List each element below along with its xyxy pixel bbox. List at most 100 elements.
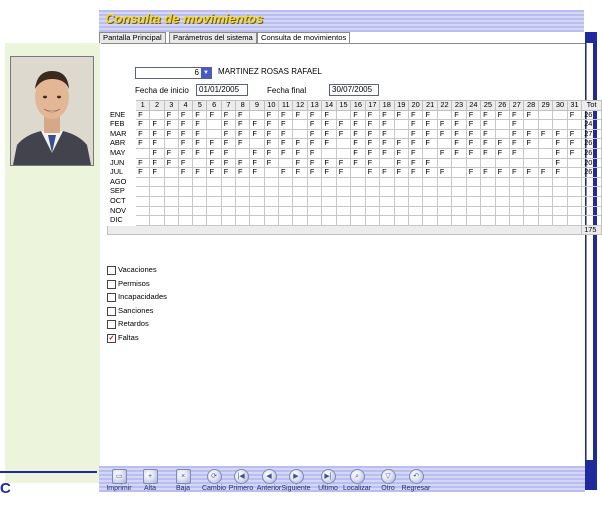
day-cell: F	[494, 147, 511, 159]
day-cell	[163, 176, 179, 188]
day-cell: F	[177, 128, 194, 140]
day-cell: F	[163, 147, 179, 159]
day-cell: F	[407, 157, 424, 169]
day-cell: F	[451, 119, 467, 130]
month-row: JUL F F F F F F F F F F F F F F F F F F F F F F F F F F 26	[106, 167, 602, 178]
day-cell	[235, 186, 251, 197]
month-label: JUL	[106, 167, 137, 178]
day-cell: F	[292, 147, 308, 159]
day-cell	[465, 176, 482, 188]
day-cell	[177, 215, 194, 226]
checkbox[interactable]	[107, 320, 116, 329]
previous-record-icon: ◀	[261, 469, 277, 484]
day-cell	[350, 205, 366, 217]
day-cell	[537, 195, 554, 207]
day-cell	[379, 205, 395, 217]
day-cell: F	[566, 138, 583, 149]
day-cell	[379, 195, 395, 207]
day-cell	[436, 195, 453, 207]
day-cell: F	[235, 128, 251, 140]
day-cell	[206, 195, 222, 207]
day-cell	[552, 119, 568, 130]
day-cell	[566, 195, 583, 207]
day-cell: F	[321, 119, 337, 130]
day-cell	[335, 138, 352, 149]
day-cell	[523, 195, 539, 207]
day-cell	[422, 147, 438, 159]
tab-consulta-de-movimientos[interactable]: Consulta de movimientos	[257, 32, 351, 43]
checkbox[interactable]	[107, 306, 116, 316]
day-cell: F	[523, 138, 539, 149]
day-cell	[480, 195, 496, 207]
day-cell	[135, 176, 151, 188]
day-cell: F	[350, 109, 366, 121]
day-cell	[422, 215, 438, 226]
toolbar-button-regresar[interactable]: ↶ Regresar	[402, 466, 430, 492]
day-cell	[278, 195, 294, 207]
day-cell	[263, 205, 280, 217]
day-cell: F	[379, 167, 395, 178]
day-cell: F	[451, 147, 467, 159]
day-cell: F	[220, 167, 237, 178]
month-total: 24	[581, 119, 602, 130]
day-cell	[508, 205, 525, 217]
toolbar: ▭ Imprimir + Alta × Baja ⟳ Cambio |◀ Primero ◀ Ante…	[99, 466, 585, 492]
day-cell	[249, 176, 265, 188]
day-cell	[149, 109, 165, 121]
month-label: AGO	[106, 176, 137, 188]
day-cell: F	[364, 109, 381, 121]
tab-pantalla-principal[interactable]: Pantalla Principal	[99, 32, 166, 43]
checkbox-checked[interactable]: ✓	[107, 333, 116, 343]
day-cell: F	[436, 119, 453, 130]
day-cell: F	[135, 119, 151, 130]
day-cell: F	[364, 157, 381, 169]
tab-label: Pantalla Principal	[103, 33, 162, 42]
day-cell: F	[364, 128, 381, 140]
checkbox[interactable]	[107, 293, 116, 302]
day-cell: F	[350, 157, 366, 169]
start-date-field[interactable]: 01/01/2005	[196, 84, 248, 96]
day-cell: F	[566, 128, 583, 140]
day-cell	[494, 205, 511, 217]
day-cell	[379, 186, 395, 197]
chevron-down-icon[interactable]: ▼	[201, 68, 211, 78]
day-cell	[278, 176, 294, 188]
month-total: 27	[581, 128, 602, 140]
day-cell: F	[393, 138, 409, 149]
day-cell: F	[278, 138, 294, 149]
day-cell	[407, 215, 424, 226]
day-cell: F	[480, 109, 496, 121]
day-header: 12	[292, 100, 308, 111]
day-cell	[149, 215, 165, 226]
day-cell	[465, 195, 482, 207]
grid-corner	[106, 100, 137, 111]
day-cell: F	[292, 167, 308, 178]
day-cell: F	[220, 157, 237, 169]
day-cell: F	[220, 147, 237, 159]
day-cell	[494, 128, 511, 140]
day-cell: F	[235, 109, 251, 121]
day-cell	[566, 186, 583, 197]
day-cell: F	[494, 167, 511, 178]
tab-parametros-del-sistema[interactable]: Parámetros del sistema	[169, 32, 257, 43]
day-cell	[192, 176, 208, 188]
end-date-field[interactable]: 30/07/2005	[329, 84, 379, 96]
checkbox[interactable]	[107, 266, 116, 275]
checkbox[interactable]	[107, 279, 116, 289]
day-cell	[508, 195, 525, 207]
back-icon: ↶	[408, 469, 424, 484]
day-cell: F	[537, 128, 554, 140]
day-cell	[321, 195, 337, 207]
day-cell: F	[451, 128, 467, 140]
month-row: SEP	[106, 186, 602, 197]
day-cell	[537, 109, 554, 121]
employee-select[interactable]: 6 ▼	[135, 67, 212, 79]
day-cell	[278, 186, 294, 197]
day-header: 4	[177, 100, 194, 111]
day-cell	[350, 186, 366, 197]
day-cell: F	[335, 128, 352, 140]
day-cell	[523, 176, 539, 188]
toolbar-button-alta[interactable]: + Alta	[136, 466, 164, 492]
day-cell: F	[177, 147, 194, 159]
day-header: 7	[220, 100, 237, 111]
